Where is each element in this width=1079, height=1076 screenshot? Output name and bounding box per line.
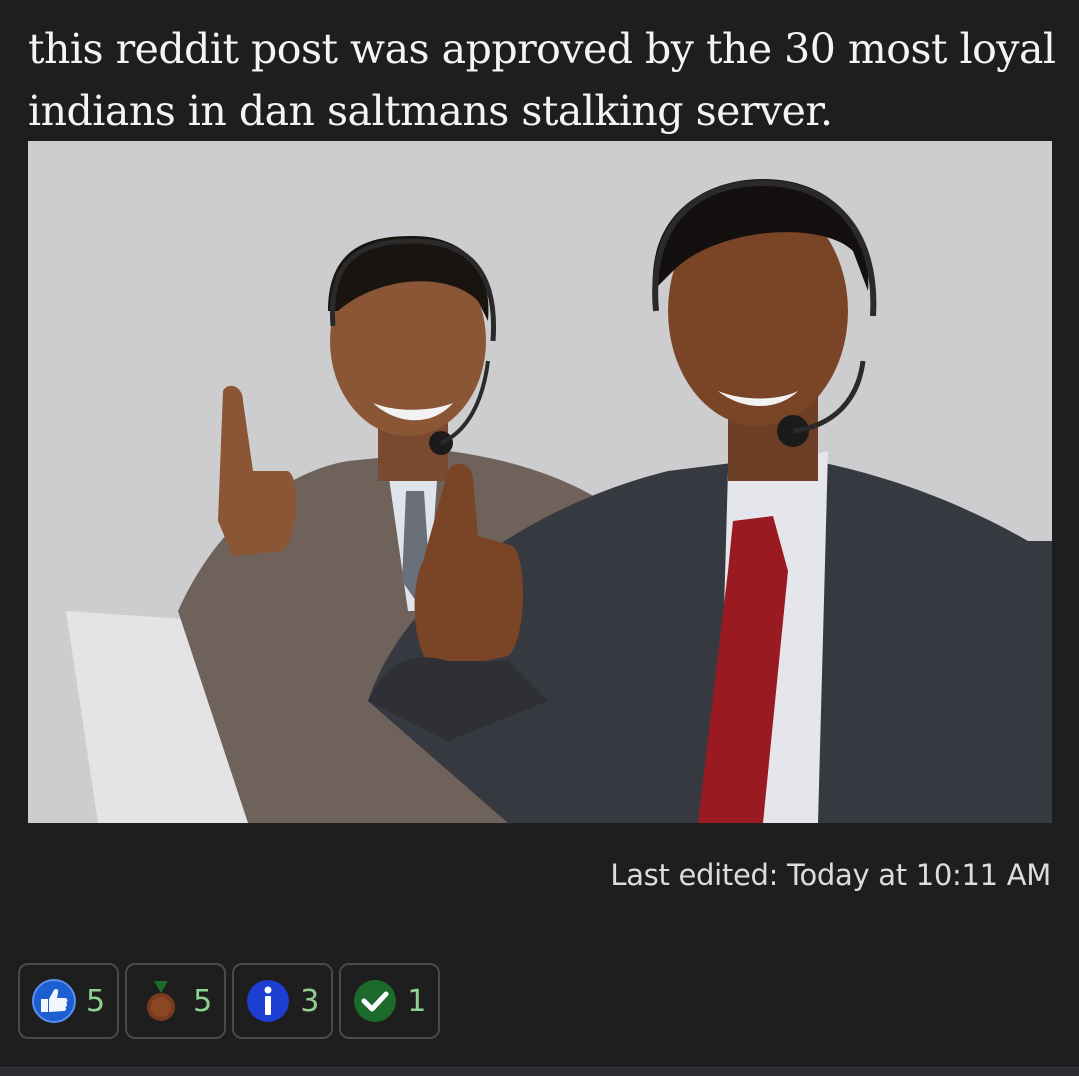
post-bottom-border [0,1067,1079,1076]
last-edited-timestamp: Last edited: Today at 10:11 AM [610,858,1051,892]
thumbs-up-icon [32,979,76,1023]
info-icon [247,980,290,1022]
post-image[interactable] [28,141,1052,823]
reaction-info[interactable]: 3 [232,963,334,1039]
reaction-agree-count: 1 [407,983,427,1019]
photo-two-men-thumbs-up [28,141,1052,823]
reaction-medal[interactable]: 5 [125,963,227,1039]
medal-icon [147,981,176,1021]
reaction-like[interactable]: 5 [18,963,120,1039]
reaction-agree[interactable]: 1 [339,963,441,1039]
checkmark-icon [354,980,397,1022]
reactions-bar: 5 5 3 1 [18,963,441,1039]
forum-post: this reddit post was approved by the 30 … [0,0,1079,1068]
reaction-info-count: 3 [300,983,320,1019]
reaction-like-count: 5 [86,983,106,1019]
post-message: this reddit post was approved by the 30 … [28,25,1056,135]
reaction-medal-count: 5 [193,983,213,1019]
